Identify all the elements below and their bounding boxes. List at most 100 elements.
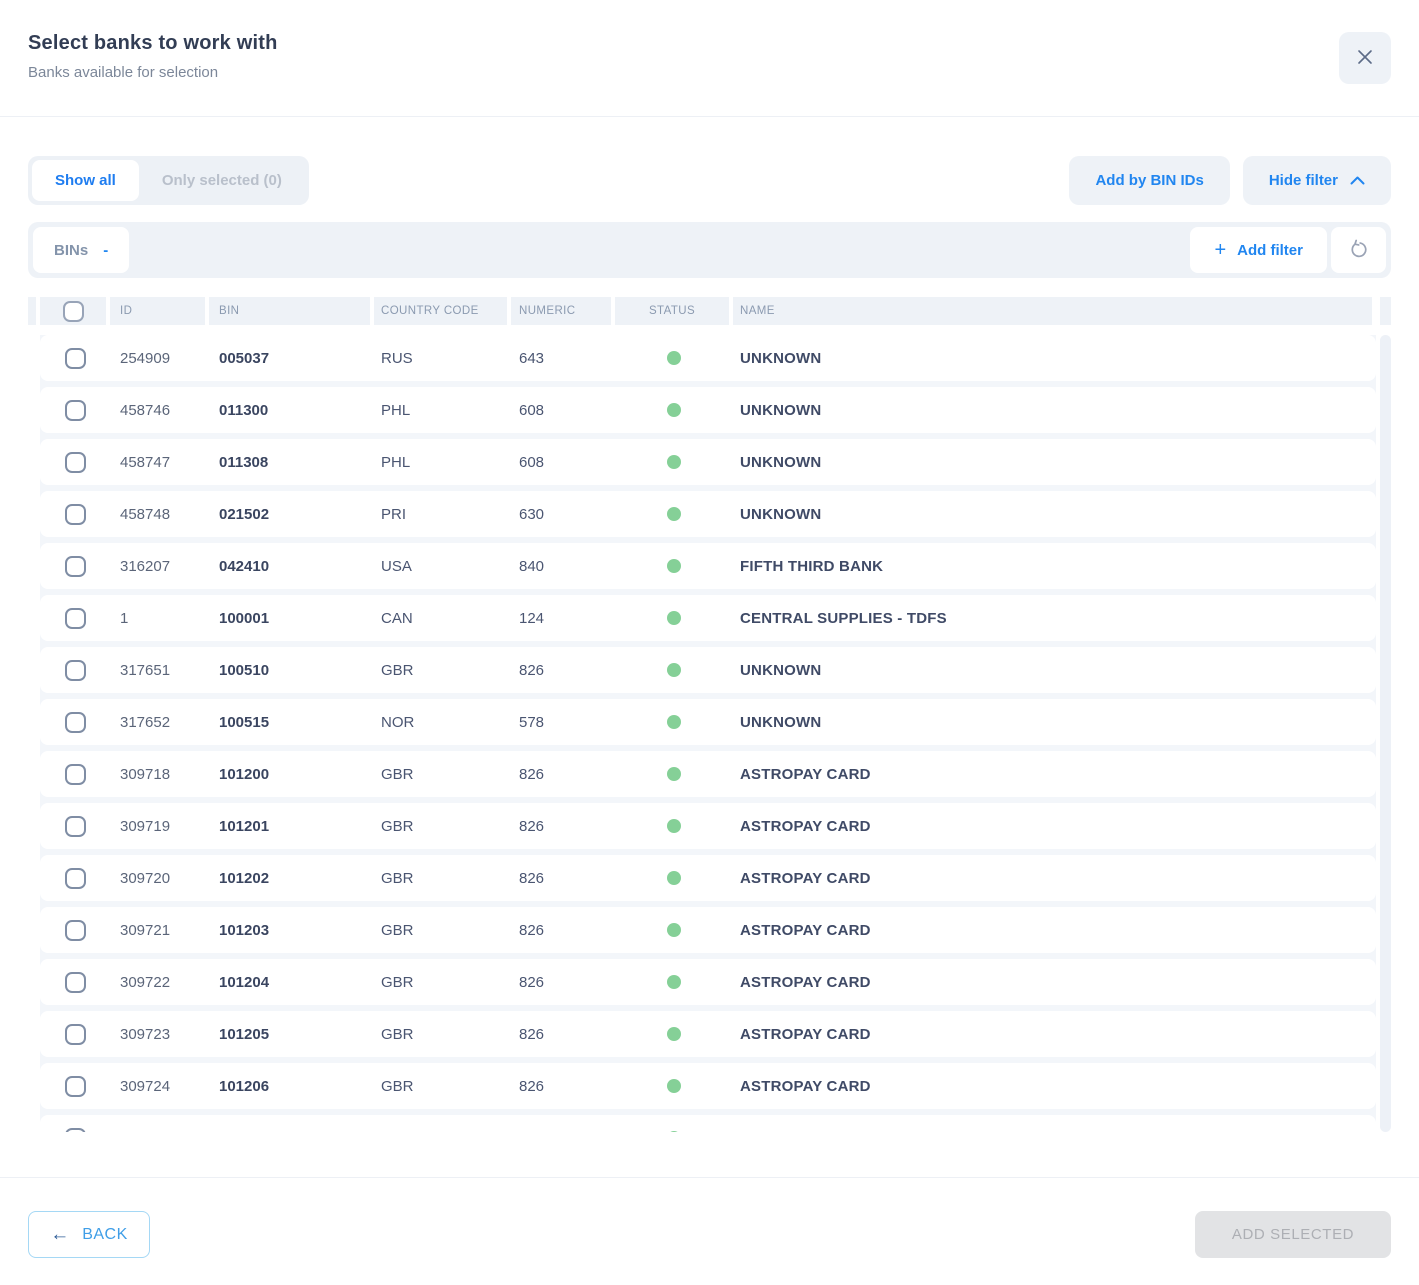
back-button[interactable]: ← BACK: [28, 1211, 150, 1258]
row-checkbox[interactable]: [65, 816, 86, 837]
cell-bin: 100001: [209, 610, 374, 627]
row-checkbox[interactable]: [65, 660, 86, 681]
row-checkbox[interactable]: [65, 348, 86, 369]
table-scrollbar[interactable]: [1380, 335, 1391, 1132]
cell-country-code: GBR: [374, 662, 511, 679]
cell-numeric: 840: [511, 558, 615, 575]
bins-filter-label: BINs: [54, 242, 88, 259]
cell-status: [615, 871, 733, 885]
row-checkbox-cell: [40, 1076, 110, 1097]
table-header-checkbox-cell: [40, 297, 110, 325]
row-checkbox-cell: [40, 400, 110, 421]
row-checkbox[interactable]: [65, 972, 86, 993]
row-checkbox[interactable]: [65, 452, 86, 473]
cell-numeric: 643: [511, 350, 615, 367]
cell-numeric: 826: [511, 974, 615, 991]
row-checkbox[interactable]: [65, 608, 86, 629]
cell-bin: 021502: [209, 506, 374, 523]
row-checkbox[interactable]: [65, 556, 86, 577]
row-checkbox[interactable]: [65, 764, 86, 785]
table-row[interactable]: 1 100001 CAN 124 CENTRAL SUPPLIES - TDFS: [40, 595, 1376, 641]
status-active-dot: [667, 559, 681, 573]
cell-name: ASTROPAY CARD: [733, 1026, 1376, 1043]
cell-numeric: 826: [511, 870, 615, 887]
close-button[interactable]: [1339, 32, 1391, 84]
table-row[interactable]: 309725 101207 GBR 826 ASTROPAY CARD: [40, 1115, 1376, 1132]
row-checkbox[interactable]: [65, 504, 86, 525]
cell-name: ASTROPAY CARD: [733, 818, 1376, 835]
table-row[interactable]: 254909 005037 RUS 643 UNKNOWN: [40, 335, 1376, 381]
cell-status: [615, 559, 733, 573]
cell-country-code: GBR: [374, 766, 511, 783]
hide-filter-label: Hide filter: [1269, 172, 1338, 189]
cell-bin: 005037: [209, 350, 374, 367]
row-checkbox[interactable]: [65, 1024, 86, 1045]
cell-numeric: 826: [511, 1026, 615, 1043]
row-checkbox-cell: [40, 452, 110, 473]
table-row[interactable]: 309719 101201 GBR 826 ASTROPAY CARD: [40, 803, 1376, 849]
hide-filter-button[interactable]: Hide filter: [1243, 156, 1391, 205]
table-row[interactable]: 458747 011308 PHL 608 UNKNOWN: [40, 439, 1376, 485]
add-filter-button[interactable]: + Add filter: [1190, 227, 1327, 273]
modal-footer: ← BACK ADD SELECTED: [0, 1178, 1419, 1258]
add-selected-button[interactable]: ADD SELECTED: [1195, 1211, 1391, 1258]
add-filter-label: Add filter: [1237, 242, 1303, 259]
cell-name: UNKNOWN: [733, 350, 1376, 367]
bins-filter-chip[interactable]: BINs -: [33, 227, 129, 273]
row-checkbox[interactable]: [65, 712, 86, 733]
cell-country-code: GBR: [374, 1026, 511, 1043]
table-row[interactable]: 309722 101204 GBR 826 ASTROPAY CARD: [40, 959, 1376, 1005]
table-header-spacer: [28, 297, 40, 325]
table-row[interactable]: 309718 101200 GBR 826 ASTROPAY CARD: [40, 751, 1376, 797]
tab-show-all[interactable]: Show all: [32, 160, 139, 201]
column-header-bin: BIN: [209, 297, 374, 325]
cell-bin: 100515: [209, 714, 374, 731]
cell-name: ASTROPAY CARD: [733, 1078, 1376, 1095]
row-checkbox[interactable]: [65, 920, 86, 941]
select-all-checkbox[interactable]: [63, 301, 84, 322]
row-checkbox[interactable]: [65, 1128, 86, 1133]
cell-status: [615, 715, 733, 729]
row-checkbox[interactable]: [65, 868, 86, 889]
cell-status: [615, 611, 733, 625]
cell-status: [615, 1027, 733, 1041]
table-row[interactable]: 317651 100510 GBR 826 UNKNOWN: [40, 647, 1376, 693]
status-active-dot: [667, 819, 681, 833]
table-row[interactable]: 458746 011300 PHL 608 UNKNOWN: [40, 387, 1376, 433]
table-row[interactable]: 458748 021502 PRI 630 UNKNOWN: [40, 491, 1376, 537]
cell-country-code: RUS: [374, 350, 511, 367]
cell-country-code: USA: [374, 558, 511, 575]
table-body-area: 254909 005037 RUS 643 UNKNOWN 458746 011…: [28, 335, 1391, 1132]
cell-name: UNKNOWN: [733, 402, 1376, 419]
cell-country-code: GBR: [374, 1078, 511, 1095]
row-checkbox[interactable]: [65, 400, 86, 421]
cell-bin: 011300: [209, 402, 374, 419]
cell-country-code: GBR: [374, 870, 511, 887]
cell-id: 254909: [110, 350, 209, 367]
cell-id: 309721: [110, 922, 209, 939]
row-checkbox-cell: [40, 348, 110, 369]
cell-name: UNKNOWN: [733, 714, 1376, 731]
cell-status: [615, 923, 733, 937]
cell-id: 309724: [110, 1078, 209, 1095]
status-active-dot: [667, 715, 681, 729]
column-header-name: NAME: [733, 297, 1376, 325]
row-checkbox[interactable]: [65, 1076, 86, 1097]
table-row[interactable]: 309721 101203 GBR 826 ASTROPAY CARD: [40, 907, 1376, 953]
add-by-bin-ids-label: Add by BIN IDs: [1095, 172, 1203, 189]
cell-id: 309719: [110, 818, 209, 835]
table-row[interactable]: 309723 101205 GBR 826 ASTROPAY CARD: [40, 1011, 1376, 1057]
table-row[interactable]: 317652 100515 NOR 578 UNKNOWN: [40, 699, 1376, 745]
cell-country-code: GBR: [374, 1130, 511, 1133]
tab-only-selected[interactable]: Only selected (0): [139, 160, 305, 201]
reset-filters-button[interactable]: [1331, 227, 1386, 273]
table-row[interactable]: 316207 042410 USA 840 FIFTH THIRD BANK: [40, 543, 1376, 589]
add-by-bin-ids-button[interactable]: Add by BIN IDs: [1069, 156, 1229, 205]
table-row[interactable]: 309724 101206 GBR 826 ASTROPAY CARD: [40, 1063, 1376, 1109]
table-row[interactable]: 309720 101202 GBR 826 ASTROPAY CARD: [40, 855, 1376, 901]
cell-country-code: GBR: [374, 922, 511, 939]
cell-status: [615, 455, 733, 469]
row-checkbox-cell: [40, 1024, 110, 1045]
cell-status: [615, 767, 733, 781]
cell-numeric: 630: [511, 506, 615, 523]
